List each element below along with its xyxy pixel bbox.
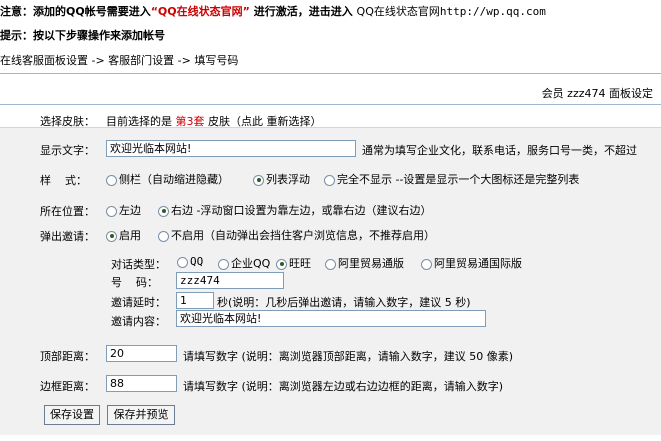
official-site-name: “QQ在线状态官网” [150,5,250,18]
style-option-label: 完全不显示 --设置是显示一个大图标还是完整列表 [337,173,580,186]
radio-dialog-ali-intl[interactable] [421,258,432,270]
member-info: 会员 zzz474 面板设定 [541,87,653,100]
invite-content-label: 邀请内容： [111,315,166,328]
save-preview-button[interactable]: 保存并预览 [107,405,175,425]
save-button[interactable]: 保存设置 [44,405,100,425]
top-distance-label: 顶部距离： [40,350,95,363]
radio-position-left[interactable] [106,205,117,217]
radio-style-hidden[interactable] [324,174,335,186]
border-distance-label: 边框距离： [40,380,95,393]
invite-option-label: 不启用（自动弹出会挡住客户浏览信息，不推荐启用） [171,229,435,242]
style-option-label: 列表浮动 [266,173,310,186]
dialog-type-label: 对话类型： [111,258,166,271]
skin-text2: 皮肤（ [208,115,241,128]
radio-style-float[interactable] [253,174,264,186]
invite-option-label: 启用 [119,229,141,242]
style-option-label: 侧栏（自动缩进隐藏） [119,173,229,186]
position-label: 所在位置： [40,205,95,218]
dialog-option-label: 企业QQ [231,257,271,270]
number-input[interactable]: zzz474 [176,272,284,289]
skin-line: 目前选择的是 第3套 皮肤（点此 重新选择） [106,113,322,129]
style-option-hidden[interactable]: 完全不显示 --设置是显示一个大图标还是完整列表 [324,171,579,187]
invite-option-enable[interactable]: 启用 [106,227,141,243]
display-text-input[interactable]: 欢迎光临本网站! [106,140,356,157]
display-text-label: 显示文字： [40,144,95,157]
dialog-option-qq[interactable]: QQ [177,255,203,268]
site-name-text: QQ在线状态官网 [356,5,440,18]
dialog-option-ali-trade[interactable]: 阿里贸易通版 [325,255,404,271]
style-option-sidebar[interactable]: 侧栏（自动缩进隐藏） [106,171,229,187]
divider [0,73,661,74]
radio-invite-enable[interactable] [106,230,117,242]
dialog-option-label: QQ [190,255,204,268]
breadcrumb: 在线客服面板设置 -> 客服部门设置 -> 填写号码 [0,54,239,67]
invite-option-disable[interactable]: 不启用（自动弹出会挡住客户浏览信息，不推荐启用） [158,227,435,243]
number-label: 号 码： [111,276,158,289]
panel-top-white [0,105,661,128]
notice-middle: 进行激活，进击进入 [249,5,357,18]
dialog-option-label: 旺旺 [289,257,311,270]
dialog-option-enterprise-qq[interactable]: 企业QQ [218,255,270,271]
dialog-option-ali-intl[interactable]: 阿里贸易通国际版 [421,255,522,271]
position-option-label: 左边 [119,204,141,217]
delay-input[interactable]: 1 [176,292,214,309]
notice-line: 注意：添加的QQ帐号需要进入“QQ在线状态官网” 进行激活，进击进入 QQ在线状… [0,3,546,19]
radio-style-sidebar[interactable] [106,174,117,186]
reselect-skin-link[interactable]: 点此 重新选择 [241,115,311,128]
dialog-option-label: 阿里贸易通版 [338,257,404,270]
skin-text3: ） [310,115,322,128]
delay-hint: 秒(说明：几秒后弹出邀请，请输入数字，建议 5 秒) [217,296,471,309]
notice-prefix: 注意：添加的QQ帐号需要进入 [0,5,151,18]
skin-text1: 目前选择的是 [106,115,172,128]
position-option-left[interactable]: 左边 [106,202,141,218]
hint-text: 提示：按以下步骤操作来添加帐号 [0,29,165,42]
dialog-option-label: 阿里贸易通国际版 [434,257,522,270]
skin-current: 第3套 [175,115,205,128]
border-distance-hint: 请填写数字 (说明：离浏览器左边或右边边框的距离，请输入数字) [183,380,504,393]
border-distance-input[interactable]: 88 [106,375,177,392]
skin-label: 选择皮肤： [40,115,95,128]
radio-invite-disable[interactable] [158,230,169,242]
position-option-label: 右边 -浮动窗口设置为靠左边，或靠右边（建议右边） [171,204,432,217]
delay-label: 邀请延时： [111,296,166,309]
radio-position-right[interactable] [158,205,169,217]
invite-content-input[interactable]: 欢迎光临本网站! [176,310,486,327]
top-distance-input[interactable]: 20 [106,345,177,362]
position-option-right[interactable]: 右边 -浮动窗口设置为靠左边，或靠右边（建议右边） [158,202,431,218]
site-url-text: http://wp.qq.com [439,5,546,18]
style-option-float[interactable]: 列表浮动 [253,171,310,187]
official-site-link[interactable]: QQ在线状态官网http://wp.qq.com [357,5,546,18]
display-text-hint: 通常为填写企业文化，联系电话，服务口号一类，不超过 [362,144,637,157]
dialog-option-wangwang[interactable]: 旺旺 [276,255,311,271]
style-label: 样 式： [40,174,87,187]
invite-label: 弹出邀请： [40,230,95,243]
radio-dialog-ali-trade[interactable] [325,258,336,270]
radio-dialog-wangwang[interactable] [276,258,287,270]
radio-dialog-qq[interactable] [177,256,188,268]
top-distance-hint: 请填写数字 (说明：离浏览器顶部距离，请输入数字，建议 50 像素) [183,350,514,363]
radio-dialog-enterprise-qq[interactable] [218,258,229,270]
